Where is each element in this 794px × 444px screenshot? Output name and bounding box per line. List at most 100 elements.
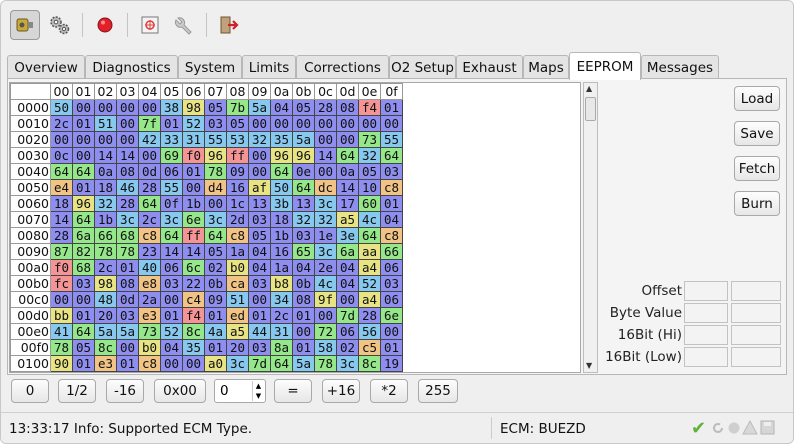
byte-cell[interactable]: 55 [160, 179, 183, 196]
byte-cell[interactable]: 16 [270, 243, 293, 260]
byte-cell[interactable]: 00 [292, 115, 315, 132]
column-header[interactable]: 09 [248, 83, 271, 100]
byte-cell[interactable]: 46 [116, 179, 139, 196]
tab-overview[interactable]: Overview [7, 55, 85, 79]
byte-cell[interactable]: 87 [50, 243, 73, 260]
grid-vertical-scrollbar[interactable]: ▲ ▼ [583, 82, 598, 373]
row-address-header[interactable]: 00d0 [10, 307, 51, 324]
byte-cell[interactable]: 55 [204, 131, 227, 148]
byte-cell[interactable]: 2a [138, 291, 161, 308]
byte-cell[interactable]: 3b [270, 195, 293, 212]
byte-cell[interactable]: 14 [50, 211, 73, 228]
byte-cell[interactable]: 01 [380, 99, 403, 116]
byte-cell[interactable]: 00 [72, 147, 95, 164]
row-address-header[interactable]: 0070 [10, 211, 51, 228]
byte-cell[interactable]: 00 [314, 307, 337, 324]
byte-cell[interactable]: 1a [226, 243, 249, 260]
byte-cell[interactable]: 00 [336, 131, 359, 148]
byte-cell[interactable]: ff [226, 147, 249, 164]
byte-cell[interactable]: f4 [182, 307, 205, 324]
byte-cell[interactable]: 50 [50, 99, 73, 116]
byte-cell[interactable]: 01 [248, 307, 271, 324]
column-header[interactable]: 0c [314, 83, 337, 100]
byte-cell[interactable]: 66 [94, 227, 117, 244]
byte-cell[interactable]: 69 [160, 147, 183, 164]
byte-cell[interactable]: e4 [50, 179, 73, 196]
column-header[interactable]: 06 [182, 83, 205, 100]
tools-button[interactable] [169, 10, 199, 40]
byte-cell[interactable]: 01 [72, 307, 95, 324]
scrollbar-thumb[interactable] [585, 97, 596, 121]
byte-cell[interactable]: 73 [138, 323, 161, 340]
byte-cell[interactable]: fc [50, 275, 73, 292]
settings-button[interactable] [45, 10, 75, 40]
byte-cell[interactable]: 3c [204, 211, 227, 228]
byte-cell[interactable]: 04 [380, 211, 403, 228]
row-address-header[interactable]: 00f0 [10, 339, 51, 356]
byte-cell[interactable]: 05 [204, 99, 227, 116]
column-header[interactable]: 00 [50, 83, 73, 100]
byte-cell[interactable]: 64 [160, 227, 183, 244]
byte-cell[interactable]: 04 [248, 243, 271, 260]
byte-cell[interactable]: 00 [358, 115, 381, 132]
set-0x00-button[interactable]: 0x00 [154, 379, 206, 403]
byte-cell[interactable]: 56 [358, 323, 381, 340]
connect-button[interactable] [10, 10, 40, 40]
byte-cell[interactable]: 52 [160, 323, 183, 340]
byte-cell[interactable]: 00 [72, 131, 95, 148]
byte-cell[interactable]: 03 [292, 227, 315, 244]
byte-cell[interactable]: 08 [116, 275, 139, 292]
times2-button[interactable]: *2 [370, 379, 408, 403]
row-address-header[interactable]: 0060 [10, 195, 51, 212]
byte-cell[interactable]: 1c [226, 195, 249, 212]
byte-cell[interactable]: 01 [160, 115, 183, 132]
byte-cell[interactable]: 17 [336, 195, 359, 212]
byte-cell[interactable]: 32 [358, 147, 381, 164]
column-header[interactable]: 0f [380, 83, 403, 100]
byte-cell[interactable]: 01 [204, 339, 227, 356]
column-header[interactable]: 04 [138, 83, 161, 100]
column-header[interactable]: 0a [270, 83, 293, 100]
byte-cell[interactable]: 28 [314, 99, 337, 116]
byte-cell[interactable]: 06 [160, 163, 183, 180]
column-header[interactable]: 05 [160, 83, 183, 100]
byte-cell[interactable]: 18 [94, 179, 117, 196]
row-address-header[interactable]: 0030 [10, 147, 51, 164]
byte-cell[interactable]: 00 [160, 355, 183, 372]
byte-cell[interactable]: 28 [116, 195, 139, 212]
byte-cell[interactable]: 20 [94, 307, 117, 324]
byte-cell[interactable]: d4 [204, 179, 227, 196]
byte-cell[interactable]: 96 [270, 147, 293, 164]
byte-cell[interactable]: 51 [226, 291, 249, 308]
byte-cell[interactable]: 03 [248, 339, 271, 356]
byte-cell[interactable]: 00 [72, 291, 95, 308]
byte-cell[interactable]: 66 [380, 243, 403, 260]
load-button[interactable]: Load [734, 86, 780, 111]
byte-cell[interactable]: 1a [270, 259, 293, 276]
byte-cell[interactable]: b0 [226, 259, 249, 276]
byte-cell[interactable]: f0 [50, 259, 73, 276]
byte-cell[interactable]: 42 [138, 131, 161, 148]
byte-cell[interactable]: 64 [138, 195, 161, 212]
column-header[interactable]: 0e [358, 83, 381, 100]
byte-cell[interactable]: 41 [50, 323, 73, 340]
byte-cell[interactable]: 90 [50, 355, 73, 372]
byte-cell[interactable]: 6c [182, 259, 205, 276]
byte-cell[interactable]: 03 [248, 211, 271, 228]
column-header[interactable]: 08 [226, 83, 249, 100]
row-address-header[interactable]: 00e0 [10, 323, 51, 340]
byte-cell[interactable]: 32 [94, 195, 117, 212]
byte-cell[interactable]: 23 [138, 243, 161, 260]
byte-cell[interactable]: a4 [358, 259, 381, 276]
byte-cell[interactable]: 65 [292, 243, 315, 260]
byte-cell[interactable]: 60 [358, 195, 381, 212]
row-address-header[interactable]: 0080 [10, 227, 51, 244]
byte-cell[interactable]: e3 [94, 355, 117, 372]
byte-cell[interactable]: 78 [314, 355, 337, 372]
byte-cell[interactable]: 03 [72, 275, 95, 292]
byte-cell[interactable]: 01 [116, 259, 139, 276]
byte-cell[interactable]: aa [358, 243, 381, 260]
row-address-header[interactable]: 0090 [10, 243, 51, 260]
scroll-up-arrow-icon[interactable]: ▲ [586, 85, 592, 93]
column-header[interactable]: 02 [94, 83, 117, 100]
